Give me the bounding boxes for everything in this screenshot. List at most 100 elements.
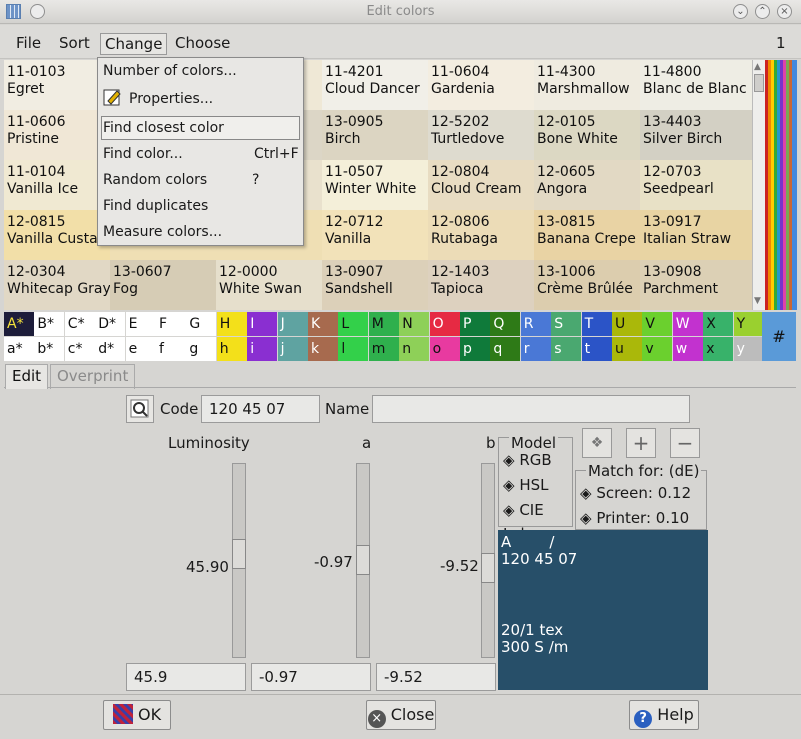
color-cell[interactable]: 11-4300 Marshmallow (534, 60, 640, 110)
luminosity-input[interactable]: 45.9 (126, 663, 246, 691)
color-cell[interactable]: 13-0907 Sandshell (322, 260, 428, 310)
add-button[interactable]: + (626, 428, 656, 458)
color-cell[interactable]: 11-4800 Blanc de Blanc (640, 60, 752, 110)
color-cell[interactable]: 13-0815 Banana Crepe (534, 210, 640, 260)
alphabet-key[interactable]: H (216, 312, 247, 336)
alphabet-key[interactable]: n (399, 337, 430, 361)
a-slider-thumb[interactable] (356, 544, 370, 575)
color-overview-strip[interactable] (765, 60, 797, 310)
alphabet-key[interactable]: O (429, 312, 460, 336)
menu-item-find-closest[interactable]: Find closest color (103, 117, 224, 139)
menu-file[interactable]: File (12, 33, 45, 55)
alphabet-key[interactable]: N (399, 312, 430, 336)
color-cell[interactable]: 13-4403 Silver Birch (640, 110, 752, 160)
color-wheel-button[interactable]: ❖ (582, 428, 612, 458)
scroll-up-icon[interactable]: ▲ (754, 62, 761, 72)
color-cell[interactable]: 13-0917 Italian Straw (640, 210, 752, 260)
alphabet-key[interactable]: g (186, 337, 217, 361)
scroll-thumb[interactable] (754, 74, 764, 92)
menu-item-measure-colors[interactable]: Measure colors... (103, 221, 222, 243)
alphabet-key[interactable]: u (612, 337, 642, 361)
alphabet-key[interactable]: y (733, 337, 764, 361)
color-cell[interactable]: 12-0105 Bone White (534, 110, 640, 160)
color-cell[interactable]: 12-0815 Vanilla Custard (4, 210, 110, 260)
alphabet-key[interactable]: E (125, 312, 156, 336)
color-cell[interactable]: 12-0806 Rutabaga (428, 210, 534, 260)
name-field[interactable] (372, 395, 690, 423)
alphabet-key[interactable]: U (612, 312, 642, 336)
alphabet-key[interactable]: c* (64, 337, 95, 361)
alphabet-key[interactable]: f (156, 337, 186, 361)
color-cell[interactable]: 12-1403 Tapioca (428, 260, 534, 310)
alphabet-key[interactable]: P (460, 312, 490, 336)
close-window-button[interactable]: × (777, 4, 792, 19)
hash-key[interactable]: # (762, 312, 796, 361)
alphabet-key[interactable]: V (642, 312, 673, 336)
alphabet-key[interactable]: r (520, 337, 551, 361)
color-cell[interactable]: 12-0712 Vanilla (322, 210, 428, 260)
color-cell[interactable]: 11-4201 Cloud Dancer (322, 60, 428, 110)
color-cell[interactable]: 12-5202 Turtledove (428, 110, 534, 160)
alphabet-key[interactable]: j (277, 337, 308, 361)
alphabet-key[interactable]: M (368, 312, 399, 336)
alphabet-key[interactable]: d* (95, 337, 126, 361)
tab-overprint[interactable]: Overprint (50, 364, 136, 389)
code-field[interactable]: 120 45 07 (201, 395, 320, 423)
pick-color-button[interactable] (126, 395, 154, 423)
alphabet-key[interactable]: q (490, 337, 521, 361)
menu-item-properties[interactable]: Properties... (129, 88, 213, 110)
alphabet-key[interactable]: L (338, 312, 369, 336)
color-cell[interactable]: 13-0905 Birch (322, 110, 428, 160)
alphabet-key[interactable]: s (551, 337, 582, 361)
color-cell[interactable]: 12-0000 White Swan (216, 260, 322, 310)
a-input[interactable]: -0.97 (251, 663, 371, 691)
luminosity-slider[interactable] (232, 463, 246, 658)
alphabet-key[interactable]: b* (34, 337, 65, 361)
color-cell[interactable]: 11-0507 Winter White (322, 160, 428, 210)
color-cell[interactable]: 12-0703 Seedpearl (640, 160, 752, 210)
alphabet-key[interactable]: p (460, 337, 490, 361)
alphabet-key[interactable]: I (247, 312, 278, 336)
alphabet-key[interactable]: D* (95, 312, 126, 336)
menu-item-number-of-colors[interactable]: Number of colors... (103, 60, 237, 82)
b-slider-thumb[interactable] (481, 553, 495, 584)
alphabet-key[interactable]: G (186, 312, 217, 336)
radio-screen[interactable]: ◈ Screen: 0.12 (580, 481, 691, 505)
alphabet-key[interactable]: R (520, 312, 551, 336)
alphabet-key[interactable]: S (551, 312, 582, 336)
alphabet-key[interactable]: l (338, 337, 369, 361)
b-slider[interactable] (481, 463, 495, 658)
alphabet-key[interactable]: i (247, 337, 278, 361)
help-button[interactable]: ? Help (629, 700, 699, 730)
alphabet-key[interactable]: X (703, 312, 734, 336)
alphabet-key[interactable]: C* (64, 312, 95, 336)
alphabet-key[interactable]: m (368, 337, 399, 361)
alphabet-key[interactable]: w (672, 337, 703, 361)
color-cell[interactable]: 13-0908 Parchment (640, 260, 752, 310)
luminosity-slider-thumb[interactable] (232, 538, 246, 569)
radio-cielab[interactable]: ◈ CIE Lab (503, 498, 572, 543)
color-cell[interactable]: 13-1006 Crème Brûlée (534, 260, 640, 310)
minimize-button[interactable]: ⌄ (733, 4, 748, 19)
remove-button[interactable]: − (670, 428, 700, 458)
alphabet-key[interactable]: B* (34, 312, 65, 336)
alphabet-key[interactable]: J (277, 312, 308, 336)
menu-item-random-colors[interactable]: Random colors (103, 169, 207, 191)
menu-item-find-duplicates[interactable]: Find duplicates (103, 195, 208, 217)
menu-sort[interactable]: Sort (55, 33, 94, 55)
color-cell[interactable]: 11-0103 Egret (4, 60, 110, 110)
menu-change[interactable]: Change (100, 33, 168, 55)
alphabet-key[interactable]: k (308, 337, 338, 361)
alphabet-key[interactable]: W (672, 312, 703, 336)
alphabet-key[interactable]: F (156, 312, 186, 336)
alphabet-key[interactable]: o (429, 337, 460, 361)
maximize-button[interactable]: ⌃ (755, 4, 770, 19)
color-cell[interactable]: 11-0604 Gardenia (428, 60, 534, 110)
menu-choose[interactable]: Choose (171, 33, 234, 55)
close-button[interactable]: × Close (366, 700, 436, 730)
radio-rgb[interactable]: ◈ RGB (503, 448, 552, 472)
color-cell[interactable]: 11-0104 Vanilla Ice (4, 160, 110, 210)
tab-edit[interactable]: Edit (5, 364, 49, 389)
alphabet-key[interactable]: T (581, 312, 612, 336)
alphabet-key[interactable]: v (642, 337, 673, 361)
